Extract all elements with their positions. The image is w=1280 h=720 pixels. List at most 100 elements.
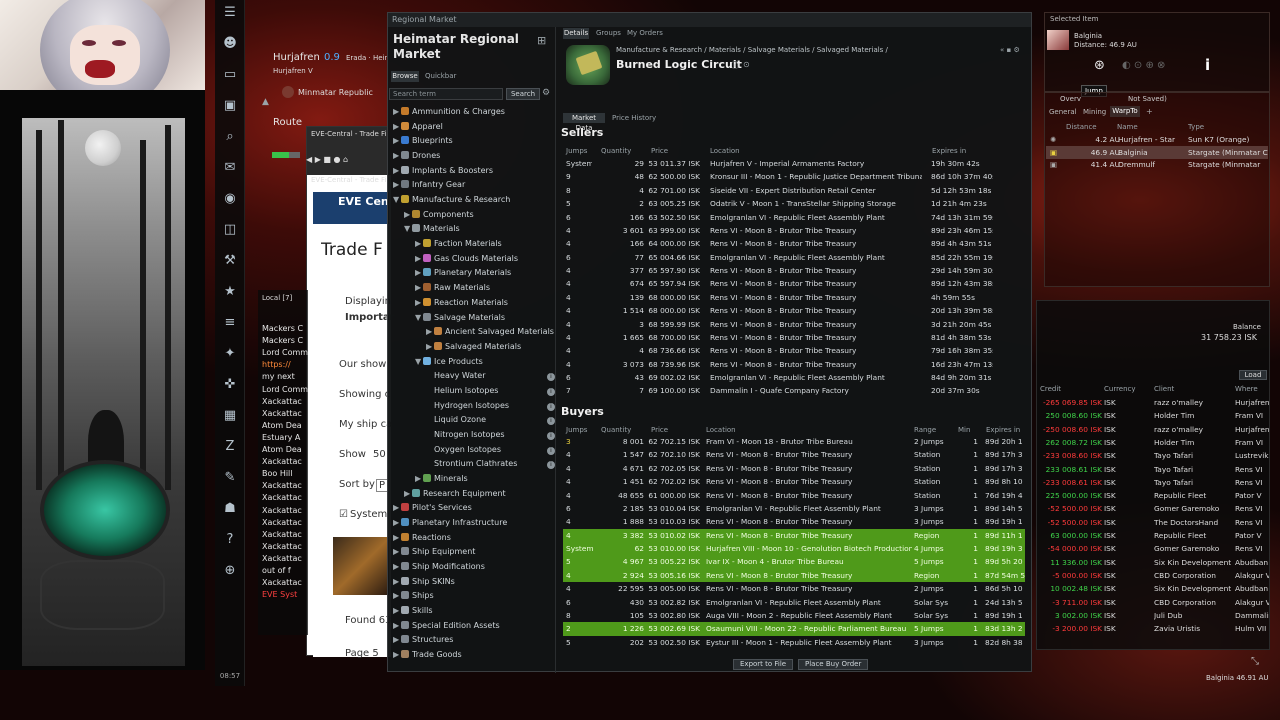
- wallet-row[interactable]: -52 500.00 ISK ISK The DoctorsHand Rens VI: [1036, 516, 1270, 529]
- info-icon[interactable]: i: [547, 461, 555, 470]
- tab-my-orders[interactable]: My Orders: [627, 28, 663, 39]
- z-icon[interactable]: Z: [221, 438, 239, 456]
- buyer-row[interactable]: 4 2 924 53 005.16 ISK Rens VI - Moon 8 - Br…: [563, 568, 1025, 583]
- market-category[interactable]: ▶ Gas Clouds Materials: [393, 253, 561, 268]
- col-expires[interactable]: Expires in: [932, 147, 966, 157]
- market-category[interactable]: ▶ Trade Goods: [393, 650, 561, 664]
- overview-row[interactable]: ▣ 41.4 AU Oremmulf Stargate (Minmatar: [1046, 158, 1268, 171]
- help-icon[interactable]: ?: [221, 531, 239, 549]
- market-category[interactable]: ▶ Faction Materials: [393, 239, 561, 253]
- expand-icon[interactable]: ▶: [415, 268, 423, 277]
- col-credit[interactable]: Credit: [1040, 385, 1061, 395]
- star-icon[interactable]: ★: [221, 283, 239, 301]
- market-category[interactable]: ▶ Structures: [393, 635, 561, 649]
- market-category[interactable]: ▶ Raw Materials: [393, 283, 561, 297]
- expand-icon[interactable]: ▶: [426, 327, 434, 336]
- overview-row[interactable]: ▣ 46.9 AU Balginia Stargate (Minmatar C: [1046, 145, 1268, 159]
- market-category[interactable]: ▶ Ship SKINs: [393, 576, 561, 591]
- wallet-row[interactable]: -233 008.61 ISK ISK Tayo Tafari Rens VI: [1036, 476, 1270, 489]
- search-icon[interactable]: ⌕: [221, 128, 239, 146]
- seller-row[interactable]: 8 4 62 701.00 ISK Siseide VII - Expert Dist…: [563, 184, 1025, 197]
- buyer-row[interactable]: 4 4 671 62 702.05 ISK Rens VI - Moon 8 - Br…: [563, 462, 1025, 475]
- seller-row[interactable]: 6 166 63 502.50 ISK Emolgranlan VI - Republ…: [563, 211, 1025, 224]
- market-category[interactable]: Strontium Clathrates i: [393, 459, 561, 473]
- wallet-row[interactable]: -5 000.00 ISK ISK CBD Corporation Alakgur V: [1036, 569, 1270, 582]
- seller-row[interactable]: 6 77 65 004.66 ISK Emolgranlan VI - Republi…: [563, 251, 1025, 264]
- wallet-row[interactable]: 233 008.61 ISK ISK Tayo Tafari Rens VI: [1036, 463, 1270, 476]
- seller-row[interactable]: 6 43 69 002.02 ISK Emolgranlan VI - Republi…: [563, 371, 1025, 384]
- wallet-row[interactable]: 11 336.00 ISK ISK Six Kin Development Abudb…: [1036, 556, 1270, 569]
- skills-icon[interactable]: ≡: [221, 314, 239, 332]
- chat-line[interactable]: Atom Dea: [262, 445, 308, 454]
- wallet-row[interactable]: -52 500.00 ISK ISK Gomer Garemoko Rens VI: [1036, 502, 1270, 515]
- expand-icon[interactable]: ▶: [393, 151, 401, 160]
- expand-icon[interactable]: ▶: [426, 342, 434, 351]
- browser-tab[interactable]: EVE-Central - Trade Fi: [311, 130, 389, 138]
- save-icon[interactable]: ⊞: [537, 34, 546, 47]
- buyer-row[interactable]: 4 1 888 53 010.03 ISK Rens VI - Moon 8 - Br…: [563, 515, 1025, 528]
- tab-general[interactable]: General: [1049, 108, 1077, 116]
- market-category[interactable]: ▶ Ammunition & Charges: [393, 107, 561, 121]
- market-category[interactable]: ▶ Ship Modifications: [393, 562, 561, 576]
- game-banner[interactable]: [333, 537, 389, 595]
- market-category[interactable]: ▼ Manufacture & Research: [393, 195, 561, 209]
- map-icon[interactable]: ✦: [221, 345, 239, 363]
- col-client[interactable]: Client: [1154, 385, 1174, 395]
- market-category[interactable]: ▶ Infantry Gear: [393, 180, 561, 194]
- market-category[interactable]: ▼ Ice Products: [393, 356, 561, 371]
- market-category[interactable]: ▶ Planetary Materials: [393, 268, 561, 282]
- tab-mining[interactable]: Mining: [1083, 108, 1106, 116]
- chat-line[interactable]: out of f: [262, 566, 308, 575]
- seller-row[interactable]: 4 3 073 68 739.96 ISK Rens VI - Moon 8 - Br…: [563, 358, 1025, 371]
- market-category[interactable]: ▼ Salvage Materials: [393, 312, 561, 327]
- tab-warpto[interactable]: WarpTo: [1110, 106, 1140, 117]
- expand-icon[interactable]: ▶: [415, 474, 423, 483]
- info-icon[interactable]: ⓘ: [731, 60, 739, 71]
- col-currency[interactable]: Currency: [1104, 385, 1136, 395]
- corp-icon[interactable]: ◉: [221, 190, 239, 208]
- expand-icon[interactable]: ▶: [393, 518, 401, 527]
- expand-icon[interactable]: ▶: [415, 283, 423, 292]
- market-category[interactable]: Helium Isotopes i: [393, 386, 561, 400]
- chat-line[interactable]: Xackattac: [262, 518, 308, 527]
- expand-icon[interactable]: ▶: [393, 547, 401, 556]
- fitting-icon[interactable]: ✜: [221, 376, 239, 394]
- buyer-row[interactable]: 4 3 382 53 010.02 ISK Rens VI - Moon 8 - Br…: [563, 528, 1025, 543]
- expand-icon[interactable]: ▶: [393, 122, 401, 131]
- seller-row[interactable]: 4 4 68 736.66 ISK Rens VI - Moon 8 - Brutor…: [563, 344, 1025, 357]
- expand-icon[interactable]: ▶: [393, 591, 401, 600]
- chat-header[interactable]: Local [7]: [262, 294, 292, 302]
- browser-tab-2[interactable]: EVE-Central - Trade Fi: [311, 176, 389, 184]
- show-select[interactable]: 50: [373, 449, 386, 460]
- market-category[interactable]: ▶ Planetary Infrastructure: [393, 518, 561, 532]
- collapse-icon[interactable]: ▼: [404, 224, 412, 233]
- route-label[interactable]: Route: [273, 117, 302, 128]
- buyer-row[interactable]: 3 8 001 62 702.15 ISK Fram VI - Moon 18 - B…: [563, 435, 1025, 448]
- col-location[interactable]: Location: [710, 147, 740, 157]
- market-category[interactable]: ▶ Components: [393, 209, 561, 224]
- buyer-row[interactable]: 4 48 655 61 000.00 ISK Rens VI - Moon 8 - B…: [563, 489, 1025, 502]
- expand-icon[interactable]: ▶: [393, 166, 401, 175]
- jump-icon[interactable]: ⊛: [1094, 58, 1105, 73]
- tab-browse[interactable]: Browse: [391, 71, 419, 82]
- wallet-row[interactable]: -54 000.00 ISK ISK Gomer Garemoko Rens VI: [1036, 542, 1270, 555]
- market-title-bar[interactable]: Regional Market: [388, 13, 1031, 27]
- tab-price-history[interactable]: Price History: [612, 113, 656, 123]
- expand-icon[interactable]: ▶: [404, 210, 412, 219]
- market-category[interactable]: ▶ Blueprints: [393, 136, 561, 150]
- market-category[interactable]: ▶ Skills: [393, 606, 561, 620]
- market-category[interactable]: ▶ Reaction Materials: [393, 297, 561, 312]
- buyer-row[interactable]: System 62 53 010.00 ISK Hurjafren VIII - Mo…: [563, 542, 1025, 556]
- chevron-up-icon[interactable]: ▲: [262, 97, 269, 107]
- chat-icon[interactable]: ▭: [221, 66, 239, 84]
- col-name[interactable]: Name: [1117, 123, 1138, 133]
- notepad-icon[interactable]: ✎: [221, 469, 239, 487]
- chat-line[interactable]: Xackattac: [262, 542, 308, 551]
- collapse-icon[interactable]: ▼: [393, 195, 401, 204]
- col-price[interactable]: Price: [651, 147, 668, 157]
- wallet-row[interactable]: 250 008.60 ISK ISK Holder Tim Fram VI: [1036, 409, 1270, 422]
- chat-line[interactable]: Xackattac: [262, 457, 308, 466]
- pilot-name[interactable]: Hurjafren: [273, 52, 320, 63]
- overview-row[interactable]: ✺ 4.2 AU Hurjafren - Star Sun K7 (Orange): [1046, 133, 1268, 146]
- info-icon[interactable]: i: [547, 417, 555, 426]
